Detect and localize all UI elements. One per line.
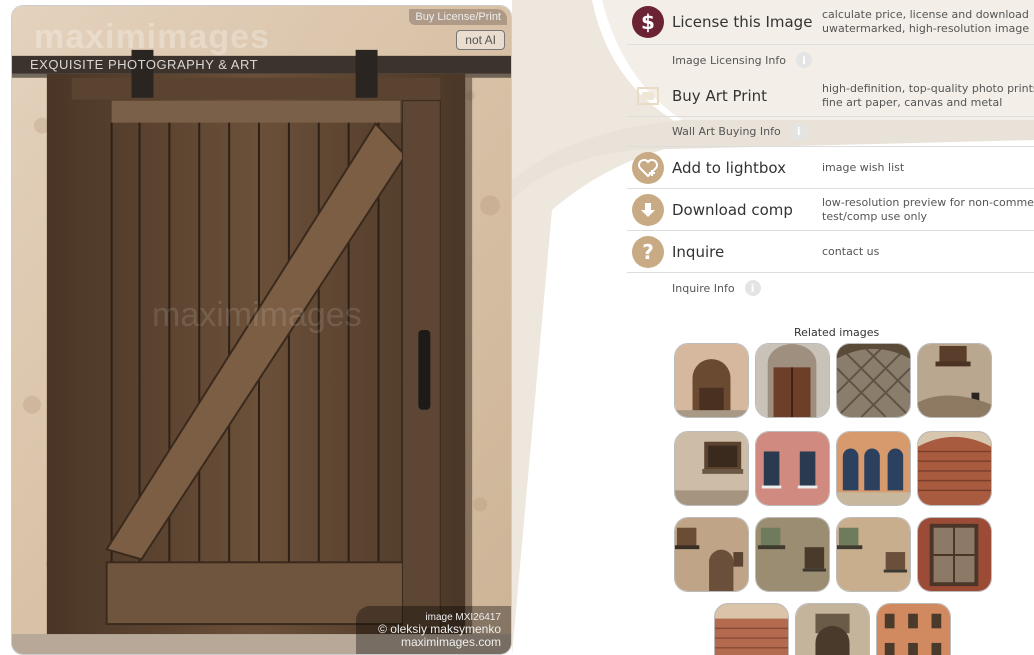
related-thumb[interactable] [755, 343, 830, 418]
buy-art-print-label[interactable]: Buy Art Print [672, 87, 822, 105]
related-thumb[interactable] [836, 343, 911, 418]
related-images-title: Related images [794, 326, 880, 339]
related-thumb[interactable] [674, 343, 749, 418]
main-photo[interactable]: maximimages EXQUISITE PHOTOGRAPHY & ART … [11, 5, 512, 655]
add-to-lightbox-action[interactable]: Add to lightbox image wish list [627, 147, 1034, 189]
wall-art-buying-info-link[interactable]: Wall Art Buying Info i [627, 117, 1034, 147]
related-thumb[interactable] [836, 517, 911, 592]
info-icon[interactable]: i [790, 123, 807, 140]
license-image-desc: calculate price, license and download uwa… [822, 8, 1030, 35]
related-thumb[interactable] [714, 603, 789, 655]
inquire-label[interactable]: Inquire [672, 243, 822, 261]
related-thumb[interactable] [795, 603, 870, 655]
frame-icon [632, 80, 664, 112]
related-thumb[interactable] [917, 517, 992, 592]
buy-license-print-link[interactable]: Buy License/Print [409, 9, 507, 25]
inquire-info-link[interactable]: Inquire Info i [627, 273, 1034, 303]
related-thumb[interactable] [755, 431, 830, 506]
related-thumb[interactable] [917, 343, 992, 418]
question-icon: ? [632, 235, 664, 268]
action-list: $ License this Image calculate price, li… [627, 0, 1034, 303]
credit-site: maximimages.com [400, 635, 501, 649]
info-icon[interactable]: i [744, 280, 761, 296]
add-to-lightbox-desc: image wish list [822, 160, 905, 174]
add-to-lightbox-label[interactable]: Add to lightbox [672, 159, 822, 177]
related-thumb[interactable] [836, 431, 911, 506]
center-watermark: maximimages [152, 296, 362, 334]
inquire-action[interactable]: ? Inquire contact us [627, 231, 1034, 273]
brand-tagline: EXQUISITE PHOTOGRAPHY & ART [30, 57, 259, 72]
photo-credit: image MXI26417 © oleksiy maksymenko maxi… [356, 606, 511, 654]
heart-plus-icon [632, 151, 664, 184]
related-thumb[interactable] [674, 431, 749, 506]
related-thumb[interactable] [876, 603, 951, 655]
inquire-desc: contact us [822, 244, 880, 258]
not-ai-badge: not AI [456, 30, 505, 50]
info-icon[interactable]: i [795, 52, 812, 68]
download-comp-desc: low-resolution preview for non-commercia… [822, 195, 1034, 223]
download-icon [632, 193, 664, 226]
dollar-icon: $ [632, 6, 664, 38]
license-image-action[interactable]: $ License this Image calculate price, li… [627, 0, 1034, 45]
related-thumb[interactable] [755, 517, 830, 592]
buy-art-print-desc: high-definition, top-quality photo print… [822, 81, 1034, 109]
license-image-label[interactable]: License this Image [672, 13, 822, 31]
download-comp-label[interactable]: Download comp [672, 201, 822, 219]
download-comp-action[interactable]: Download comp low-resolution preview for… [627, 189, 1034, 231]
buy-art-print-action[interactable]: Buy Art Print high-definition, top-quali… [627, 75, 1034, 117]
image-licensing-info-link[interactable]: Image Licensing Info i [627, 45, 1034, 75]
related-thumb[interactable] [674, 517, 749, 592]
related-thumb[interactable] [917, 431, 992, 506]
brand-watermark: maximimages [34, 18, 270, 56]
